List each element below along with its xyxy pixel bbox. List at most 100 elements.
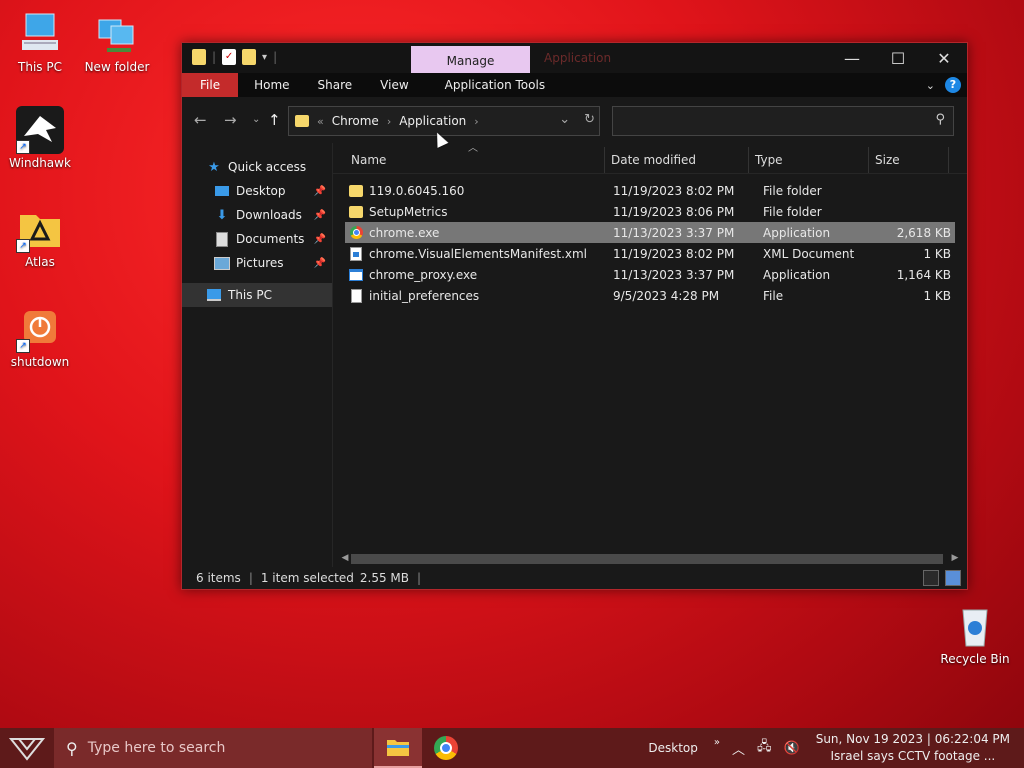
item-count: 6 items — [196, 571, 241, 585]
address-bar[interactable]: « Chrome › Application › ⌄ ↻ — [288, 106, 600, 136]
taskbar-file-explorer[interactable] — [374, 728, 422, 768]
shortcut-arrow-icon: ↗ — [16, 239, 30, 253]
title-bar: | ✓ ▾ | Manage Application — ☐ ✕ — [182, 43, 967, 73]
tab-manage[interactable]: Manage — [411, 46, 530, 73]
file-name: initial_preferences — [369, 288, 480, 303]
details-view-button[interactable] — [923, 570, 939, 586]
customize-qat-icon[interactable]: ▾ — [262, 52, 267, 63]
tab-view[interactable]: View — [366, 73, 422, 97]
sidebar-item-label: Pictures — [236, 256, 284, 270]
back-arrow-icon[interactable]: ← — [194, 111, 207, 129]
sidebar-item-label: Desktop — [236, 184, 286, 198]
pin-icon[interactable]: 📌 — [314, 258, 326, 269]
chevron-right-icon[interactable]: › — [387, 115, 391, 128]
table-row[interactable]: initial_preferences 9/5/2023 4:28 PM Fil… — [345, 285, 955, 306]
pictures-icon — [214, 256, 230, 270]
file-date: 11/19/2023 8:02 PM — [613, 183, 735, 198]
table-row[interactable]: 119.0.6045.160 11/19/2023 8:02 PM File f… — [345, 180, 955, 201]
desktop-icon-this-pc[interactable]: This PC — [0, 10, 80, 74]
search-icon: ⚲ — [66, 738, 78, 758]
clock[interactable]: Sun, Nov 19 2023 | 06:22:04 PM Israel sa… — [816, 731, 1010, 765]
sidebar-item-documents[interactable]: Documents 📌 — [182, 227, 332, 251]
sidebar-item-downloads[interactable]: ⬇ Downloads 📌 — [182, 203, 332, 227]
desktop-icon-shutdown[interactable]: ↗ shutdown — [0, 305, 80, 369]
breadcrumb-chrome[interactable]: Chrome — [332, 114, 379, 128]
file-size: 1,164 KB — [896, 267, 951, 282]
file-date: 11/19/2023 8:06 PM — [613, 204, 735, 219]
computer-icon — [206, 288, 222, 302]
download-icon: ⬇ — [216, 207, 228, 223]
news-ticker: Israel says CCTV footage ... — [830, 749, 996, 763]
start-button[interactable] — [0, 728, 54, 768]
selection-size: 2.55 MB — [359, 571, 410, 585]
new-folder-icon[interactable] — [242, 49, 257, 65]
expand-ribbon-icon[interactable]: ⌄ — [926, 79, 935, 92]
clock-datetime: Sun, Nov 19 2023 | 06:22:04 PM — [815, 732, 1010, 746]
network-folder-icon — [93, 10, 141, 58]
pin-icon[interactable]: 📌 — [314, 186, 326, 197]
desktop-icon-atlas[interactable]: ↗ Atlas — [0, 205, 80, 269]
sidebar-item-desktop[interactable]: Desktop 📌 — [182, 179, 332, 203]
scroll-right-icon[interactable]: ▶ — [949, 553, 961, 563]
chevron-right-icon[interactable]: › — [474, 115, 478, 128]
minimize-button[interactable]: — — [829, 43, 875, 73]
power-icon: ↗ — [16, 305, 64, 353]
search-input[interactable]: ⚲ — [612, 106, 954, 136]
sidebar-item-label: Quick access — [228, 160, 307, 174]
ribbon-tabs: File Home Share View Application Tools ⌄… — [182, 73, 967, 97]
desktop-icon-new-folder[interactable]: New folder — [77, 10, 157, 74]
table-row[interactable]: chrome_proxy.exe 11/13/2023 3:37 PM Appl… — [345, 264, 955, 285]
close-button[interactable]: ✕ — [921, 43, 967, 73]
column-header-type[interactable]: Type — [749, 147, 869, 173]
maximize-button[interactable]: ☐ — [875, 43, 921, 73]
table-row-selected[interactable]: chrome.exe 11/13/2023 3:37 PM Applicatio… — [345, 222, 955, 243]
column-header-date-modified[interactable]: Date modified — [605, 147, 749, 173]
forward-arrow-icon[interactable]: → — [224, 111, 237, 129]
pin-icon[interactable]: 📌 — [314, 234, 326, 245]
desktop-icon-label: Atlas — [25, 255, 55, 269]
show-hidden-icons-icon[interactable]: ︿ — [732, 739, 745, 758]
taskbar-chrome[interactable] — [422, 728, 470, 768]
volume-muted-icon[interactable]: 🔇 — [784, 741, 800, 756]
file-date: 11/19/2023 8:02 PM — [613, 246, 735, 261]
large-icons-view-button[interactable] — [945, 570, 961, 586]
sidebar-item-label: Documents — [236, 232, 305, 246]
refresh-icon[interactable]: ↻ — [584, 112, 595, 127]
horizontal-scrollbar[interactable]: ◀ ▶ — [339, 551, 961, 565]
scrollbar-thumb[interactable] — [351, 554, 944, 564]
sidebar-item-this-pc[interactable]: This PC — [182, 283, 332, 307]
tab-application-tools[interactable]: Application Tools — [431, 73, 559, 97]
breadcrumb-overflow[interactable]: « — [317, 115, 324, 128]
desktop-icon-windhawk[interactable]: ↗ Windhawk — [0, 106, 80, 170]
recent-locations-icon[interactable]: ⌄ — [252, 114, 260, 125]
tab-share[interactable]: Share — [304, 73, 367, 97]
table-row[interactable]: chrome.VisualElementsManifest.xml 11/19/… — [345, 243, 955, 264]
properties-icon[interactable]: ✓ — [222, 49, 237, 65]
desktop-icon-label: Recycle Bin — [940, 652, 1010, 666]
folder-icon — [349, 205, 363, 219]
up-arrow-icon[interactable]: ↑ — [268, 111, 281, 129]
desktop-icon-recycle-bin[interactable]: Recycle Bin — [935, 602, 1015, 666]
scroll-left-icon[interactable]: ◀ — [339, 553, 351, 563]
help-icon[interactable]: ? — [945, 77, 961, 93]
tab-home[interactable]: Home — [240, 73, 303, 97]
desktop-toolbar[interactable]: Desktop — [648, 741, 698, 755]
tab-file[interactable]: File — [182, 73, 239, 97]
toolbar-overflow-icon[interactable]: » — [714, 737, 720, 748]
shortcut-arrow-icon: ↗ — [16, 140, 30, 154]
taskbar-search-box[interactable]: ⚲ Type here to search — [54, 728, 372, 768]
column-headers: ︿ Name Date modified Type Size — [333, 143, 967, 174]
sidebar-item-pictures[interactable]: Pictures 📌 — [182, 251, 332, 275]
shortcut-arrow-icon: ↗ — [16, 339, 30, 353]
breadcrumb-application[interactable]: Application — [399, 114, 466, 128]
network-icon[interactable]: 🖧 — [757, 737, 772, 759]
search-placeholder: Type here to search — [87, 740, 226, 756]
column-header-size[interactable]: Size — [869, 147, 949, 173]
file-type: XML Document — [763, 246, 855, 261]
explorer-body: ★ Quick access Desktop 📌 ⬇ Downloads 📌 D… — [182, 143, 967, 567]
pin-icon[interactable]: 📌 — [314, 210, 326, 221]
address-history-icon[interactable]: ⌄ — [559, 112, 570, 127]
sidebar-item-quick-access[interactable]: ★ Quick access — [182, 155, 332, 179]
table-row[interactable]: SetupMetrics 11/19/2023 8:06 PM File fol… — [345, 201, 955, 222]
desktop-icon-label: Windhawk — [9, 156, 71, 170]
